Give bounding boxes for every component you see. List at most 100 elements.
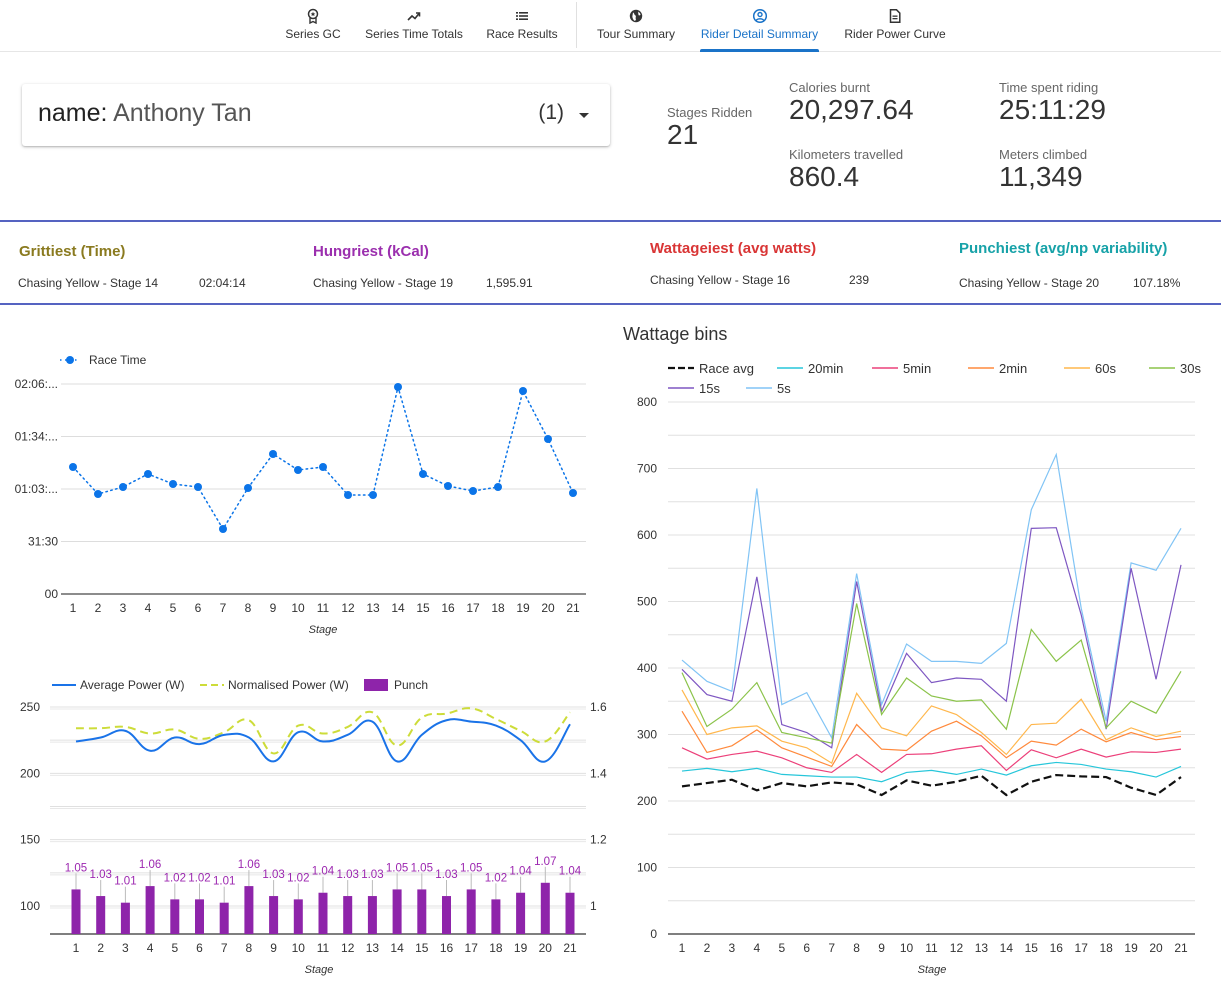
punch-bar-label: 1.02 [287, 872, 309, 884]
punch-bar-label: 1.05 [65, 862, 87, 874]
stat-label: Stages Ridden [667, 105, 753, 120]
y-tick-label: 200 [637, 794, 657, 808]
nav-label: Race Results [486, 27, 558, 41]
nav-tab-series-gc[interactable]: Series GC [284, 0, 342, 51]
x-tick-label: 6 [803, 941, 810, 955]
legend-label: 15s [699, 381, 720, 396]
x-tick-label: 7 [221, 941, 228, 955]
normalised-power-line [75, 707, 571, 755]
legend-label: Punch [394, 678, 428, 692]
nav-label: Rider Detail Summary [700, 27, 819, 41]
wattage-bins-chart: 0100200300400500600700800 1 2 3 4 5 6 7 8 9 10 11 1… [637, 361, 1201, 976]
selector-field: name [38, 99, 101, 127]
x-tick-label: 14 [390, 941, 404, 955]
x-tick-label: 13 [366, 601, 380, 615]
stat-value: 20,297.64 [789, 94, 914, 125]
top-navigation: Series GC Series Time Totals Race Result… [0, 0, 1221, 52]
x-tick-label: 20 [539, 941, 553, 955]
nav-label: Rider Power Curve [844, 27, 946, 41]
user-circle-icon [752, 8, 767, 24]
stat-meters-climbed: Meters climbed 11,349 [999, 147, 1087, 193]
punch-bar-label: 1.04 [509, 866, 532, 878]
section-divider [0, 220, 1221, 222]
y-tick-label: 0 [650, 927, 657, 941]
race-time-point [469, 487, 477, 495]
punch-bar [71, 889, 81, 934]
race-time-point [144, 470, 152, 478]
selection-count: (1) [538, 101, 564, 124]
superlative-value: 107.18% [1133, 276, 1181, 290]
x-tick-label: 13 [366, 941, 380, 955]
stat-time-riding: Time spent riding 25:11:29 [999, 80, 1106, 126]
race-time-point [494, 483, 502, 491]
x-tick-label: 4 [145, 601, 152, 615]
x-tick-label: 19 [514, 941, 528, 955]
nav-tab-rider-detail-summary[interactable]: Rider Detail Summary [700, 0, 819, 52]
nav-tab-rider-power-curve[interactable]: Rider Power Curve [843, 0, 947, 51]
legend-label: Race Time [89, 353, 147, 367]
punch-bar [417, 889, 427, 934]
x-tick-label: 18 [1099, 941, 1113, 955]
x-tick-label: 10 [292, 941, 306, 955]
legend-label: 5s [777, 381, 791, 396]
selector-text: name: Anthony Tan [38, 99, 252, 128]
x-tick-label: 1 [679, 941, 686, 955]
punch-bar-label: 1.03 [361, 869, 383, 881]
legend-label: 5min [903, 361, 931, 376]
award-icon [307, 8, 319, 24]
x-tick-label: 15 [1025, 941, 1039, 955]
punch-bar [170, 899, 180, 934]
x-tick-label: 20 [1149, 941, 1163, 955]
y-tick-label: 800 [637, 395, 657, 409]
race-time-point [169, 480, 177, 488]
y-tick-label: 02:06:... [15, 377, 58, 391]
punch-bar-label: 1.03 [337, 869, 359, 881]
punch-bar [367, 896, 377, 934]
x-tick-label: 7 [828, 941, 835, 955]
legend-label: Average Power (W) [80, 678, 184, 692]
nav-tab-race-results[interactable]: Race Results [486, 0, 558, 51]
race-time-point [244, 484, 252, 492]
stat-stages-ridden: Stages Ridden 21 [667, 105, 752, 151]
nav-tab-tour-summary[interactable]: Tour Summary [596, 0, 676, 51]
punch-bar [540, 882, 550, 934]
stat-label: Meters climbed [999, 147, 1088, 162]
x-tick-label: 9 [270, 601, 277, 615]
punch-bar [565, 892, 575, 934]
superlative-hungriest: Hungriest (kCal) Chasing Yellow - Stage … [313, 243, 533, 290]
stat-label: Calories burnt [789, 80, 870, 95]
dropdown-caret-icon[interactable] [579, 113, 589, 118]
rider-name-selector[interactable]: name: Anthony Tan (1) [22, 84, 610, 146]
legend-label: 30s [1180, 361, 1201, 376]
nav-tab-series-time-totals[interactable]: Series Time Totals [364, 0, 464, 51]
x-tick-label: 18 [489, 941, 503, 955]
x-tick-label: 5 [778, 941, 785, 955]
x-tick-label: 6 [195, 601, 202, 615]
legend-label: 60s [1095, 361, 1116, 376]
race-time-point [269, 450, 277, 458]
superlative-value: 239 [849, 273, 870, 287]
punch-bar [269, 896, 279, 934]
punch-bar-label: 1.05 [386, 862, 408, 874]
x-tick-label: 11 [317, 601, 330, 615]
x-tick-label: 4 [754, 941, 761, 955]
x-tick-label: 3 [120, 601, 127, 615]
race-time-point [194, 483, 202, 491]
superlative-title: Punchiest (avg/np variability) [959, 240, 1168, 257]
list-icon [516, 12, 528, 20]
legend-swatch-punch [364, 679, 388, 691]
stat-label: Time spent riding [999, 80, 1099, 95]
stat-value: 21 [667, 119, 699, 150]
x-tick-label: 15 [415, 941, 429, 955]
y-tick-label-left: 150 [20, 833, 40, 847]
nav-label: Tour Summary [596, 27, 676, 41]
superlative-title: Hungriest (kCal) [313, 243, 429, 260]
punch-bar-label: 1.02 [188, 872, 210, 884]
race-time-point [119, 483, 127, 491]
race-time-point [419, 470, 427, 478]
x-tick-label: 16 [440, 941, 454, 955]
x-tick-label: 9 [878, 941, 885, 955]
punch-bar [466, 889, 476, 934]
x-tick-label: 8 [246, 941, 253, 955]
x-tick-label: 6 [196, 941, 203, 955]
